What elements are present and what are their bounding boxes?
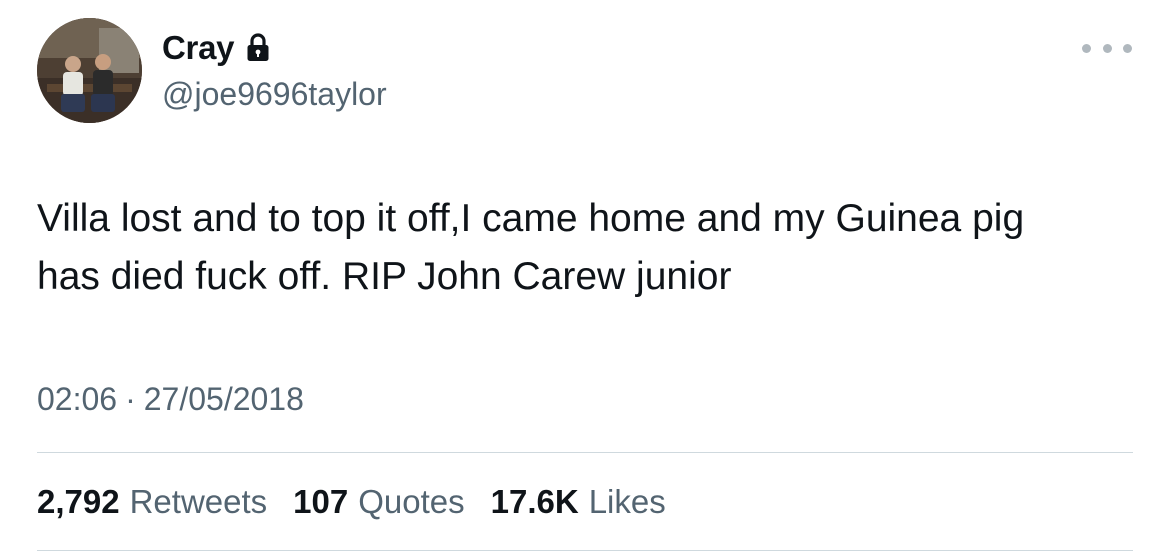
user-name-row: Cray xyxy=(162,28,270,68)
quotes-stat[interactable]: 107 Quotes xyxy=(293,482,464,522)
tweet-text: Villa lost and to top it off,I came home… xyxy=(37,197,1025,298)
tweet-date: 27/05/2018 xyxy=(143,381,304,417)
lock-icon xyxy=(246,33,270,63)
tweet-card: Cray @joe9696taylor Villa lost and to to… xyxy=(0,0,1156,554)
tweet-timestamp[interactable]: 02:06 · 27/05/2018 xyxy=(37,379,304,419)
likes-label: Likes xyxy=(588,483,666,520)
more-options-button[interactable] xyxy=(1082,36,1132,60)
separator-dot: · xyxy=(125,381,136,417)
tweet-time: 02:06 xyxy=(37,381,118,417)
likes-count: 17.6K xyxy=(490,483,579,520)
user-handle[interactable]: @joe9696taylor xyxy=(162,75,387,113)
quotes-count: 107 xyxy=(293,483,349,520)
likes-stat[interactable]: 17.6K Likes xyxy=(491,482,666,522)
retweets-label: Retweets xyxy=(129,483,268,520)
quotes-label: Quotes xyxy=(358,483,465,520)
avatar-photo xyxy=(37,18,142,123)
more-options-icon xyxy=(1082,43,1091,53)
engagement-stats: 2,792 Retweets 107 Quotes 17.6K Likes xyxy=(37,482,692,522)
retweets-stat[interactable]: 2,792 Retweets xyxy=(37,482,267,522)
retweets-count: 2,792 xyxy=(37,483,120,520)
avatar[interactable] xyxy=(37,18,142,123)
more-options-icon xyxy=(1123,43,1132,53)
more-options-icon xyxy=(1102,43,1112,53)
user-display-name[interactable]: Cray xyxy=(162,28,234,68)
divider xyxy=(37,452,1133,453)
divider xyxy=(37,550,1133,551)
